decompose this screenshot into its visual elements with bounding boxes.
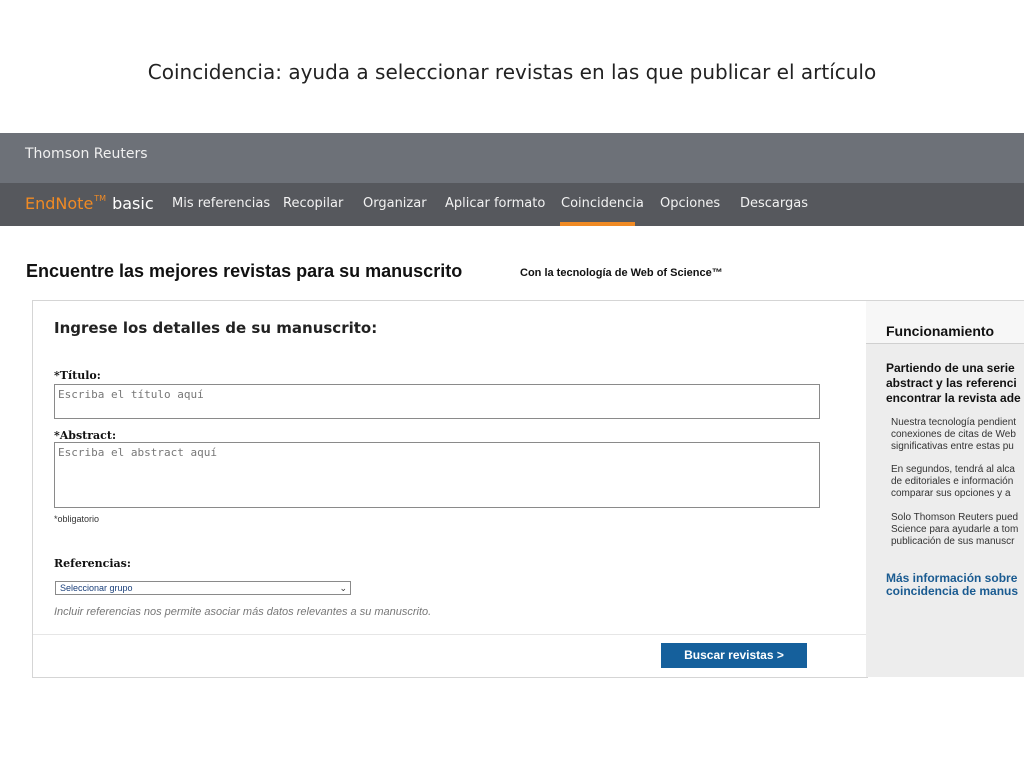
- logo-tm: TM: [94, 194, 107, 203]
- nav-mis-referencias[interactable]: Mis referencias: [172, 196, 270, 211]
- how-it-works-sidebar: Funcionamiento Partiendo de una serie ab…: [866, 300, 1024, 677]
- title-input[interactable]: Escriba el título aquí: [54, 384, 820, 419]
- sidebar-title: Funcionamiento: [886, 323, 995, 339]
- sidebar-paragraph-line: Nuestra tecnología pendient: [891, 417, 1017, 428]
- chevron-down-icon: ⌄: [339, 583, 347, 593]
- sidebar-paragraph: Nuestra tecnología pendient conexiones d…: [891, 417, 1024, 453]
- search-journals-button[interactable]: Buscar revistas >: [661, 643, 807, 668]
- more-info-link[interactable]: Más información sobre coincidencia de ma…: [886, 572, 1018, 598]
- nav-aplicar-formato[interactable]: Aplicar formato: [445, 196, 545, 211]
- page-heading: Encuentre las mejores revistas para su m…: [26, 261, 463, 281]
- manuscript-form-panel: Ingrese los detalles de su manuscrito: *…: [32, 300, 868, 678]
- required-note: *obligatorio: [54, 514, 100, 524]
- main-nav: EndNoteTM basic Mis referencias Recopilar…: [0, 183, 1024, 226]
- nav-coincidencia[interactable]: Coincidencia: [561, 196, 644, 211]
- powered-by: Con la tecnología de Web of Science™: [520, 267, 723, 279]
- sidebar-paragraph-line: comparar sus opciones y a: [891, 488, 1011, 499]
- slide-title: Coincidencia: ayuda a seleccionar revist…: [147, 60, 877, 84]
- sidebar-lead: Partiendo de una serie abstract y las re…: [886, 361, 1024, 406]
- sidebar-paragraph: Solo Thomson Reuters pued Science para a…: [891, 512, 1024, 548]
- sidebar-paragraph-line: significativas entre estas pu: [891, 441, 1014, 452]
- sidebar-paragraph-line: Solo Thomson Reuters pued: [891, 512, 1019, 523]
- nav-organizar[interactable]: Organizar: [363, 196, 427, 211]
- sidebar-paragraph-line: publicación de sus manuscr: [891, 536, 1015, 547]
- form-divider: [33, 634, 867, 635]
- logo-name: EndNote: [25, 194, 94, 213]
- abstract-input[interactable]: Escriba el abstract aquí: [54, 442, 820, 508]
- nav-opciones[interactable]: Opciones: [660, 196, 720, 211]
- sidebar-paragraph-line: Science para ayudarle a tom: [891, 524, 1019, 535]
- brand-name: Thomson Reuters: [25, 146, 148, 162]
- references-selected-value: Seleccionar grupo: [60, 583, 133, 593]
- sidebar-paragraph: En segundos, tendrá al alca de editorial…: [891, 464, 1024, 500]
- brand-bar: Thomson Reuters: [0, 133, 1024, 183]
- references-label: Referencias:: [54, 557, 131, 570]
- sidebar-lead-line: encontrar la revista ade: [886, 391, 1021, 405]
- logo-suffix: basic: [112, 194, 154, 213]
- sidebar-lead-line: abstract y las referenci: [886, 376, 1017, 390]
- title-label: *Título:: [54, 369, 101, 382]
- sidebar-paragraph-line: de editoriales e información: [891, 476, 1014, 487]
- sidebar-header: Funcionamiento: [866, 301, 1024, 344]
- endnote-screenshot: Thomson Reuters EndNoteTM basic Mis refer…: [0, 133, 1024, 678]
- sidebar-paragraph-line: conexiones de citas de Web: [891, 429, 1016, 440]
- more-info-link-line: coincidencia de manus: [886, 584, 1019, 598]
- references-hint: Incluir referencias nos permite asociar …: [54, 606, 432, 618]
- endnote-logo[interactable]: EndNoteTM basic: [25, 194, 154, 213]
- references-select[interactable]: Seleccionar grupo ⌄: [55, 581, 351, 595]
- abstract-label: *Abstract:: [54, 429, 117, 442]
- form-title: Ingrese los detalles de su manuscrito:: [54, 319, 378, 337]
- nav-recopilar[interactable]: Recopilar: [283, 196, 343, 211]
- nav-active-indicator: [560, 222, 635, 226]
- sidebar-paragraph-line: En segundos, tendrá al alca: [891, 464, 1015, 475]
- nav-descargas[interactable]: Descargas: [740, 196, 808, 211]
- sidebar-lead-line: Partiendo de una serie: [886, 361, 1015, 375]
